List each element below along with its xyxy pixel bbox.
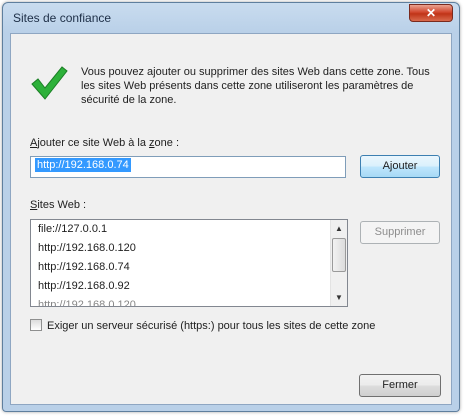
websites-list[interactable]: file://127.0.0.1 http://192.168.0.120 ht… <box>30 219 348 307</box>
add-button[interactable]: Ajouter <box>360 155 440 178</box>
scroll-up-icon[interactable]: ▲ <box>331 220 347 237</box>
list-item[interactable]: file://127.0.0.1 <box>31 220 330 239</box>
https-checkbox[interactable] <box>30 319 42 331</box>
info-text: Vous pouvez ajouter ou supprimer des sit… <box>81 66 430 106</box>
checkmark-icon <box>31 66 68 100</box>
list-scrollbar[interactable]: ▲ ▼ <box>330 220 347 306</box>
trusted-sites-dialog: Sites de confiance ✕ Vous pouvez ajouter… <box>2 2 460 412</box>
list-item[interactable]: http://192.168.0.92 <box>31 277 330 296</box>
https-label: Exiger un serveur sécurisé (https:) pour… <box>47 320 376 332</box>
websites-label: Sites Web : <box>30 199 87 211</box>
window-title: Sites de confiance <box>13 11 112 25</box>
url-input-value: http://192.168.0.74 <box>35 158 131 172</box>
close-button[interactable]: Fermer <box>359 374 441 397</box>
list-item[interactable]: http://192.168.0.120 <box>31 239 330 258</box>
list-item[interactable]: http://192.168.0.74 <box>31 258 330 277</box>
close-icon[interactable]: ✕ <box>409 4 453 22</box>
add-site-label: Ajouter ce site Web à la zone : <box>30 137 179 149</box>
title-bar[interactable]: Sites de confiance ✕ <box>3 3 459 33</box>
url-input[interactable]: http://192.168.0.74 <box>30 156 346 178</box>
remove-button[interactable]: Supprimer <box>360 221 440 244</box>
scroll-down-icon[interactable]: ▼ <box>331 289 347 306</box>
dialog-body: Vous pouvez ajouter ou supprimer des sit… <box>10 33 452 405</box>
list-item[interactable]: http://192.168.0.120 <box>31 296 330 306</box>
scroll-thumb[interactable] <box>332 238 346 272</box>
https-option[interactable]: Exiger un serveur sécurisé (https:) pour… <box>30 319 375 332</box>
